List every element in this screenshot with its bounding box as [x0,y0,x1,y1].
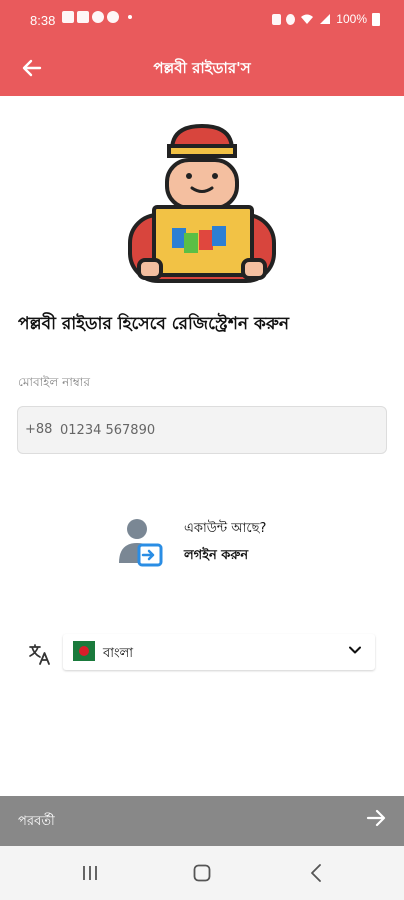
home-icon [193,864,211,882]
language-select[interactable]: বাংলা [63,634,375,670]
mobile-number-label: মোবাইল নাম্বার [18,375,90,389]
facebook-icon [107,11,119,23]
lock-icon [272,13,282,25]
mobile-number-input[interactable] [60,415,360,445]
translate-icon [29,644,50,665]
status-bar: 8:38 100% [0,0,404,40]
bangladesh-flag-icon [73,641,95,661]
mobile-number-field[interactable]: +88 [17,406,387,454]
language-selected: বাংলা [103,646,134,661]
gallery-icon [62,11,74,23]
login-link[interactable]: লগইন করুন [184,546,248,567]
registration-heading: পল্লবী রাইডার হিসেবে রেজিস্ট্রেশন করুন [18,314,290,334]
back-chevron-icon [311,864,321,882]
app-icon [92,11,104,23]
system-navigation-bar [0,846,404,900]
battery-icon [372,12,380,26]
account-question: একাউন্ট আছে? [184,521,267,536]
next-button[interactable]: পরবর্তী [0,796,404,846]
more-notifications-icon [128,15,132,19]
delivery-rider-illustration [128,123,276,283]
system-back-button[interactable] [304,862,328,884]
status-time: 8:38 [30,13,56,28]
wifi-icon [301,14,314,24]
recent-apps-icon [83,866,97,880]
page-title: পল্লবী রাইডার'স [153,59,251,77]
battery-percent: 100% [336,12,367,26]
country-code-prefix: +88 [25,422,53,437]
app-bar: পল্লবী রাইডার'স [0,40,404,96]
login-prompt[interactable]: একাউন্ট আছে? লগইন করুন [117,515,307,575]
home-button[interactable] [190,862,214,884]
arrow-right-icon [366,809,386,827]
image-icon [77,11,89,23]
signal-icon [320,14,331,24]
chevron-down-icon [349,646,361,654]
next-label: পরবর্তী [18,814,55,829]
user-login-icon [119,519,163,567]
recent-apps-button[interactable] [78,862,102,884]
location-icon [286,13,296,25]
